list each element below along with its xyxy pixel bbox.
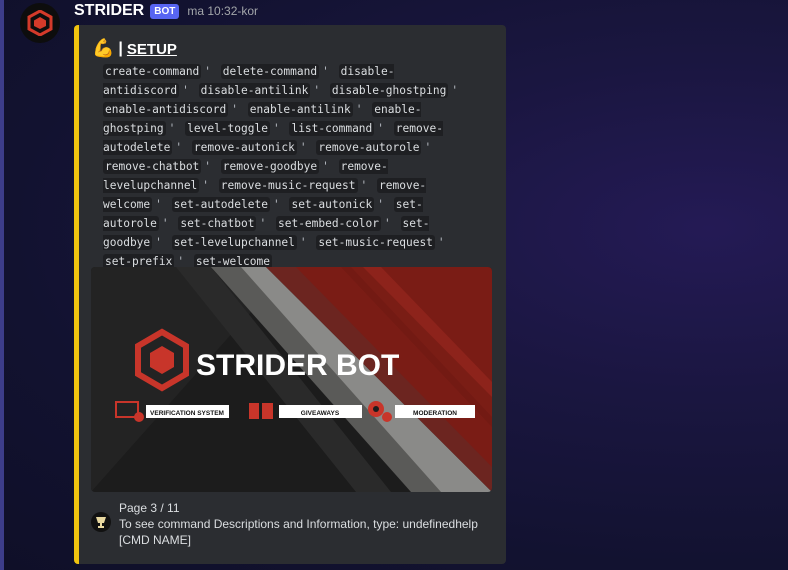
command-separator: ' bbox=[384, 217, 391, 230]
embed-banner-image[interactable]: STRIDER BOT VERIFICATION SYSTEM GIVEAWAY… bbox=[91, 267, 492, 492]
command-chip: level-toggle bbox=[185, 121, 270, 136]
banner-logo-text: STRIDER BOT bbox=[196, 349, 399, 382]
command-separator: ' bbox=[299, 236, 307, 249]
command-list: create-command ' delete-command ' disable-… bbox=[103, 62, 483, 271]
flexed-biceps-icon: 💪 bbox=[92, 38, 115, 59]
command-separator: ' bbox=[451, 84, 459, 97]
strider-logo-icon bbox=[27, 10, 53, 36]
command-separator: ' bbox=[313, 84, 321, 97]
embed-title: 💪 | SETUP bbox=[92, 39, 177, 59]
message-header: STRIDER BOT ma 10:32-kor bbox=[74, 2, 258, 20]
command-chip: create-command bbox=[103, 64, 202, 79]
command-chip: set-embed-color bbox=[275, 216, 382, 231]
command-separator: ' bbox=[161, 217, 169, 230]
command-separator: ' bbox=[299, 141, 307, 154]
command-chip: remove-chatbot bbox=[103, 159, 202, 174]
command-separator: ' bbox=[272, 122, 280, 135]
command-separator: ' bbox=[360, 179, 368, 192]
feature-label: MODERATION bbox=[413, 410, 457, 417]
command-chip: delete-command bbox=[220, 64, 320, 79]
command-separator: ' bbox=[355, 103, 363, 116]
command-chip: remove-goodbye bbox=[220, 159, 320, 174]
command-separator: ' bbox=[437, 236, 445, 249]
command-separator: ' bbox=[259, 217, 267, 230]
command-separator: ' bbox=[377, 122, 385, 135]
title-separator: | bbox=[118, 40, 123, 57]
embed-card: 💪 | SETUP create-command ' delete-command… bbox=[74, 25, 506, 564]
username[interactable]: STRIDER bbox=[74, 2, 144, 20]
command-separator: ' bbox=[272, 198, 280, 211]
bot-avatar[interactable] bbox=[20, 3, 60, 43]
feature-label: GIVEAWAYS bbox=[301, 410, 340, 417]
footer-page: Page 3 / 11 bbox=[119, 501, 180, 515]
command-chip: set-chatbot bbox=[178, 216, 257, 231]
command-separator: ' bbox=[322, 160, 329, 173]
command-separator: ' bbox=[322, 65, 329, 78]
command-separator: ' bbox=[377, 198, 385, 211]
command-separator: ' bbox=[202, 179, 210, 192]
command-separator: ' bbox=[175, 141, 183, 154]
command-separator: ' bbox=[204, 160, 212, 173]
message-timestamp[interactable]: ma 10:32-kor bbox=[187, 4, 258, 18]
footer-icon bbox=[91, 512, 111, 532]
command-separator: ' bbox=[231, 103, 238, 116]
trophy-icon bbox=[96, 517, 106, 528]
embed-footer: Page 3 / 11 To see command Descriptions … bbox=[119, 500, 489, 548]
command-chip: enable-antilink bbox=[247, 102, 353, 117]
command-chip: remove-music-request bbox=[218, 178, 358, 193]
feature-label: VERIFICATION SYSTEM bbox=[150, 410, 224, 417]
command-separator: ' bbox=[155, 236, 162, 249]
channel-edge-rule bbox=[0, 0, 4, 570]
command-chip: remove-autorole bbox=[316, 140, 422, 155]
command-chip: disable-antilink bbox=[198, 83, 311, 98]
command-chip: enable-antidiscord bbox=[103, 102, 229, 117]
bot-badge: BOT bbox=[150, 3, 180, 19]
command-chip: disable-ghostping bbox=[329, 83, 449, 98]
command-chip: set-autonick bbox=[289, 197, 375, 212]
command-separator: ' bbox=[424, 141, 432, 154]
command-chip: set-autodelete bbox=[171, 197, 270, 212]
command-separator: ' bbox=[155, 198, 162, 211]
feature-giveaways: GIVEAWAYS bbox=[249, 403, 362, 419]
footer-hint: To see command Descriptions and Informat… bbox=[119, 517, 478, 547]
command-chip: list-command bbox=[289, 121, 375, 136]
command-chip: set-levelupchannel bbox=[171, 235, 297, 250]
command-separator: ' bbox=[182, 84, 189, 97]
command-separator: ' bbox=[204, 65, 212, 78]
embed-title-text[interactable]: SETUP bbox=[127, 41, 177, 58]
command-separator: ' bbox=[168, 122, 176, 135]
command-chip: remove-autonick bbox=[191, 140, 297, 155]
command-chip: set-music-request bbox=[316, 235, 435, 250]
